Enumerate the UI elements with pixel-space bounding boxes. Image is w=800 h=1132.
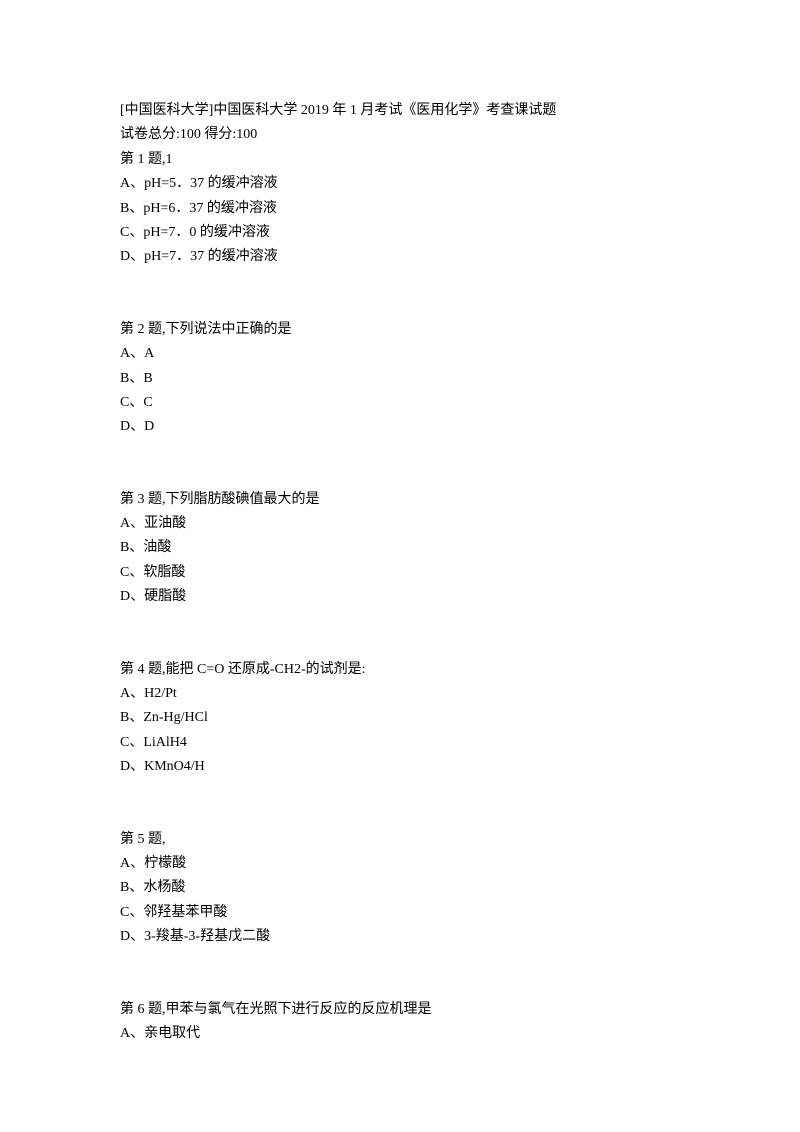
option-d: D、硬脂酸 <box>120 586 680 608</box>
option-b: B、Zn-Hg/HCl <box>120 707 680 729</box>
question-header: 第 5 题, <box>120 829 680 851</box>
option-c: C、软脂酸 <box>120 562 680 584</box>
question-header: 第 6 题,甲苯与氯气在光照下进行反应的反应机理是 <box>120 999 680 1021</box>
option-d: D、D <box>120 416 680 438</box>
question-4: 第 4 题,能把 C=O 还原成-CH2-的试剂是: A、H2/Pt B、Zn-… <box>120 659 680 779</box>
option-c: C、邻羟基苯甲酸 <box>120 902 680 924</box>
question-3: 第 3 题,下列脂肪酸碘值最大的是 A、亚油酸 B、油酸 C、软脂酸 D、硬脂酸 <box>120 489 680 609</box>
option-c: C、LiAlH4 <box>120 732 680 754</box>
question-header: 第 4 题,能把 C=O 还原成-CH2-的试剂是: <box>120 659 680 681</box>
option-a: A、H2/Pt <box>120 683 680 705</box>
option-b: B、pH=6．37 的缓冲溶液 <box>120 198 680 220</box>
option-a: A、A <box>120 343 680 365</box>
question-5: 第 5 题, A、柠檬酸 B、水杨酸 C、邻羟基苯甲酸 D、3-羧基-3-羟基戊… <box>120 829 680 949</box>
option-c: C、pH=7．0 的缓冲溶液 <box>120 222 680 244</box>
score-line: 试卷总分:100 得分:100 <box>120 124 680 146</box>
option-a: A、亚油酸 <box>120 513 680 535</box>
question-1: 第 1 题,1 A、pH=5．37 的缓冲溶液 B、pH=6．37 的缓冲溶液 … <box>120 149 680 269</box>
question-6: 第 6 题,甲苯与氯气在光照下进行反应的反应机理是 A、亲电取代 <box>120 999 680 1046</box>
option-a: A、pH=5．37 的缓冲溶液 <box>120 173 680 195</box>
option-d: D、3-羧基-3-羟基戊二酸 <box>120 926 680 948</box>
question-2: 第 2 题,下列说法中正确的是 A、A B、B C、C D、D <box>120 319 680 439</box>
option-a: A、亲电取代 <box>120 1023 680 1045</box>
option-d: D、pH=7．37 的缓冲溶液 <box>120 246 680 268</box>
option-d: D、KMnO4/H <box>120 756 680 778</box>
option-a: A、柠檬酸 <box>120 853 680 875</box>
option-c: C、C <box>120 392 680 414</box>
option-b: B、水杨酸 <box>120 877 680 899</box>
question-header: 第 3 题,下列脂肪酸碘值最大的是 <box>120 489 680 511</box>
option-b: B、油酸 <box>120 537 680 559</box>
question-header: 第 2 题,下列说法中正确的是 <box>120 319 680 341</box>
option-b: B、B <box>120 368 680 390</box>
question-header: 第 1 题,1 <box>120 149 680 171</box>
exam-title: [中国医科大学]中国医科大学 2019 年 1 月考试《医用化学》考查课试题 <box>120 100 680 122</box>
